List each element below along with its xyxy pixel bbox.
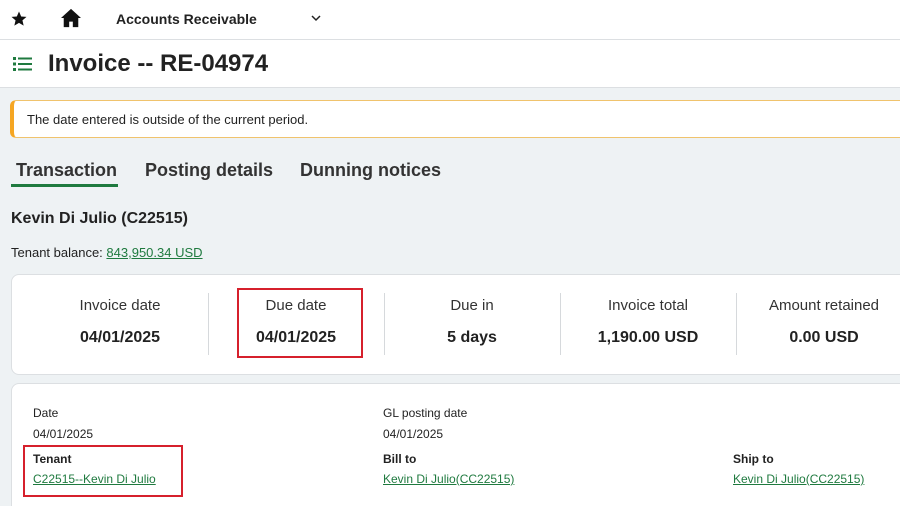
metric-value: 04/01/2025 [79,329,161,346]
tenant-highlight [23,445,183,497]
due-date-highlight [237,288,363,358]
metric-value: 0.00 USD [789,329,859,346]
metric-label: Due in [450,297,494,314]
active-tab-indicator [11,184,118,187]
ship-to-link[interactable]: Kevin Di Julio(CC22515) [733,472,864,486]
metric-due-in: Due in 5 days [384,275,560,375]
metric-value: 5 days [447,329,497,346]
metric-invoice-date: Invoice date 04/01/2025 [32,275,208,375]
summary-card: Invoice date 04/01/2025 Due date 04/01/2… [11,274,900,375]
metric-label: Invoice total [607,297,689,314]
top-bar: Accounts Receivable [0,0,900,40]
tab-posting-details[interactable]: Posting details [145,160,273,187]
list-icon[interactable] [13,56,33,72]
ship-to-label: Ship to [733,452,774,466]
title-bar: Invoice -- RE-04974 [0,40,900,88]
tab-transaction[interactable]: Transaction [16,160,118,187]
metric-value: 1,190.00 USD [597,329,699,346]
date-value: 04/01/2025 [33,427,94,441]
alert-message: The date entered is outside of the curre… [27,112,309,127]
metric-amount-retained: Amount retained 0.00 USD [736,275,900,375]
tab-dunning-notices[interactable]: Dunning notices [300,160,441,187]
date-label: Date [33,406,59,420]
bill-to-link[interactable]: Kevin Di Julio(CC22515) [383,472,514,486]
gl-posting-date-label: GL posting date [383,406,468,420]
page-title: Invoice -- RE-04974 [48,50,269,77]
home-icon[interactable] [60,8,82,28]
app-name[interactable]: Accounts Receivable [116,11,257,27]
star-icon[interactable] [10,10,28,28]
metric-label: Invoice date [79,297,161,314]
metric-invoice-total: Invoice total 1,190.00 USD [560,275,736,375]
balance-label: Tenant balance: [11,245,103,260]
bill-to-label: Bill to [383,452,417,466]
warning-alert: The date entered is outside of the curre… [10,100,900,138]
gl-posting-date-value: 04/01/2025 [383,427,444,441]
balance-link[interactable]: 843,950.34 USD [106,245,202,260]
chevron-down-icon[interactable] [311,13,321,23]
tenant-balance: Tenant balance: 843,950.34 USD [11,245,203,260]
metric-label: Amount retained [768,297,880,314]
customer-name: Kevin Di Julio (C22515) [11,210,188,227]
